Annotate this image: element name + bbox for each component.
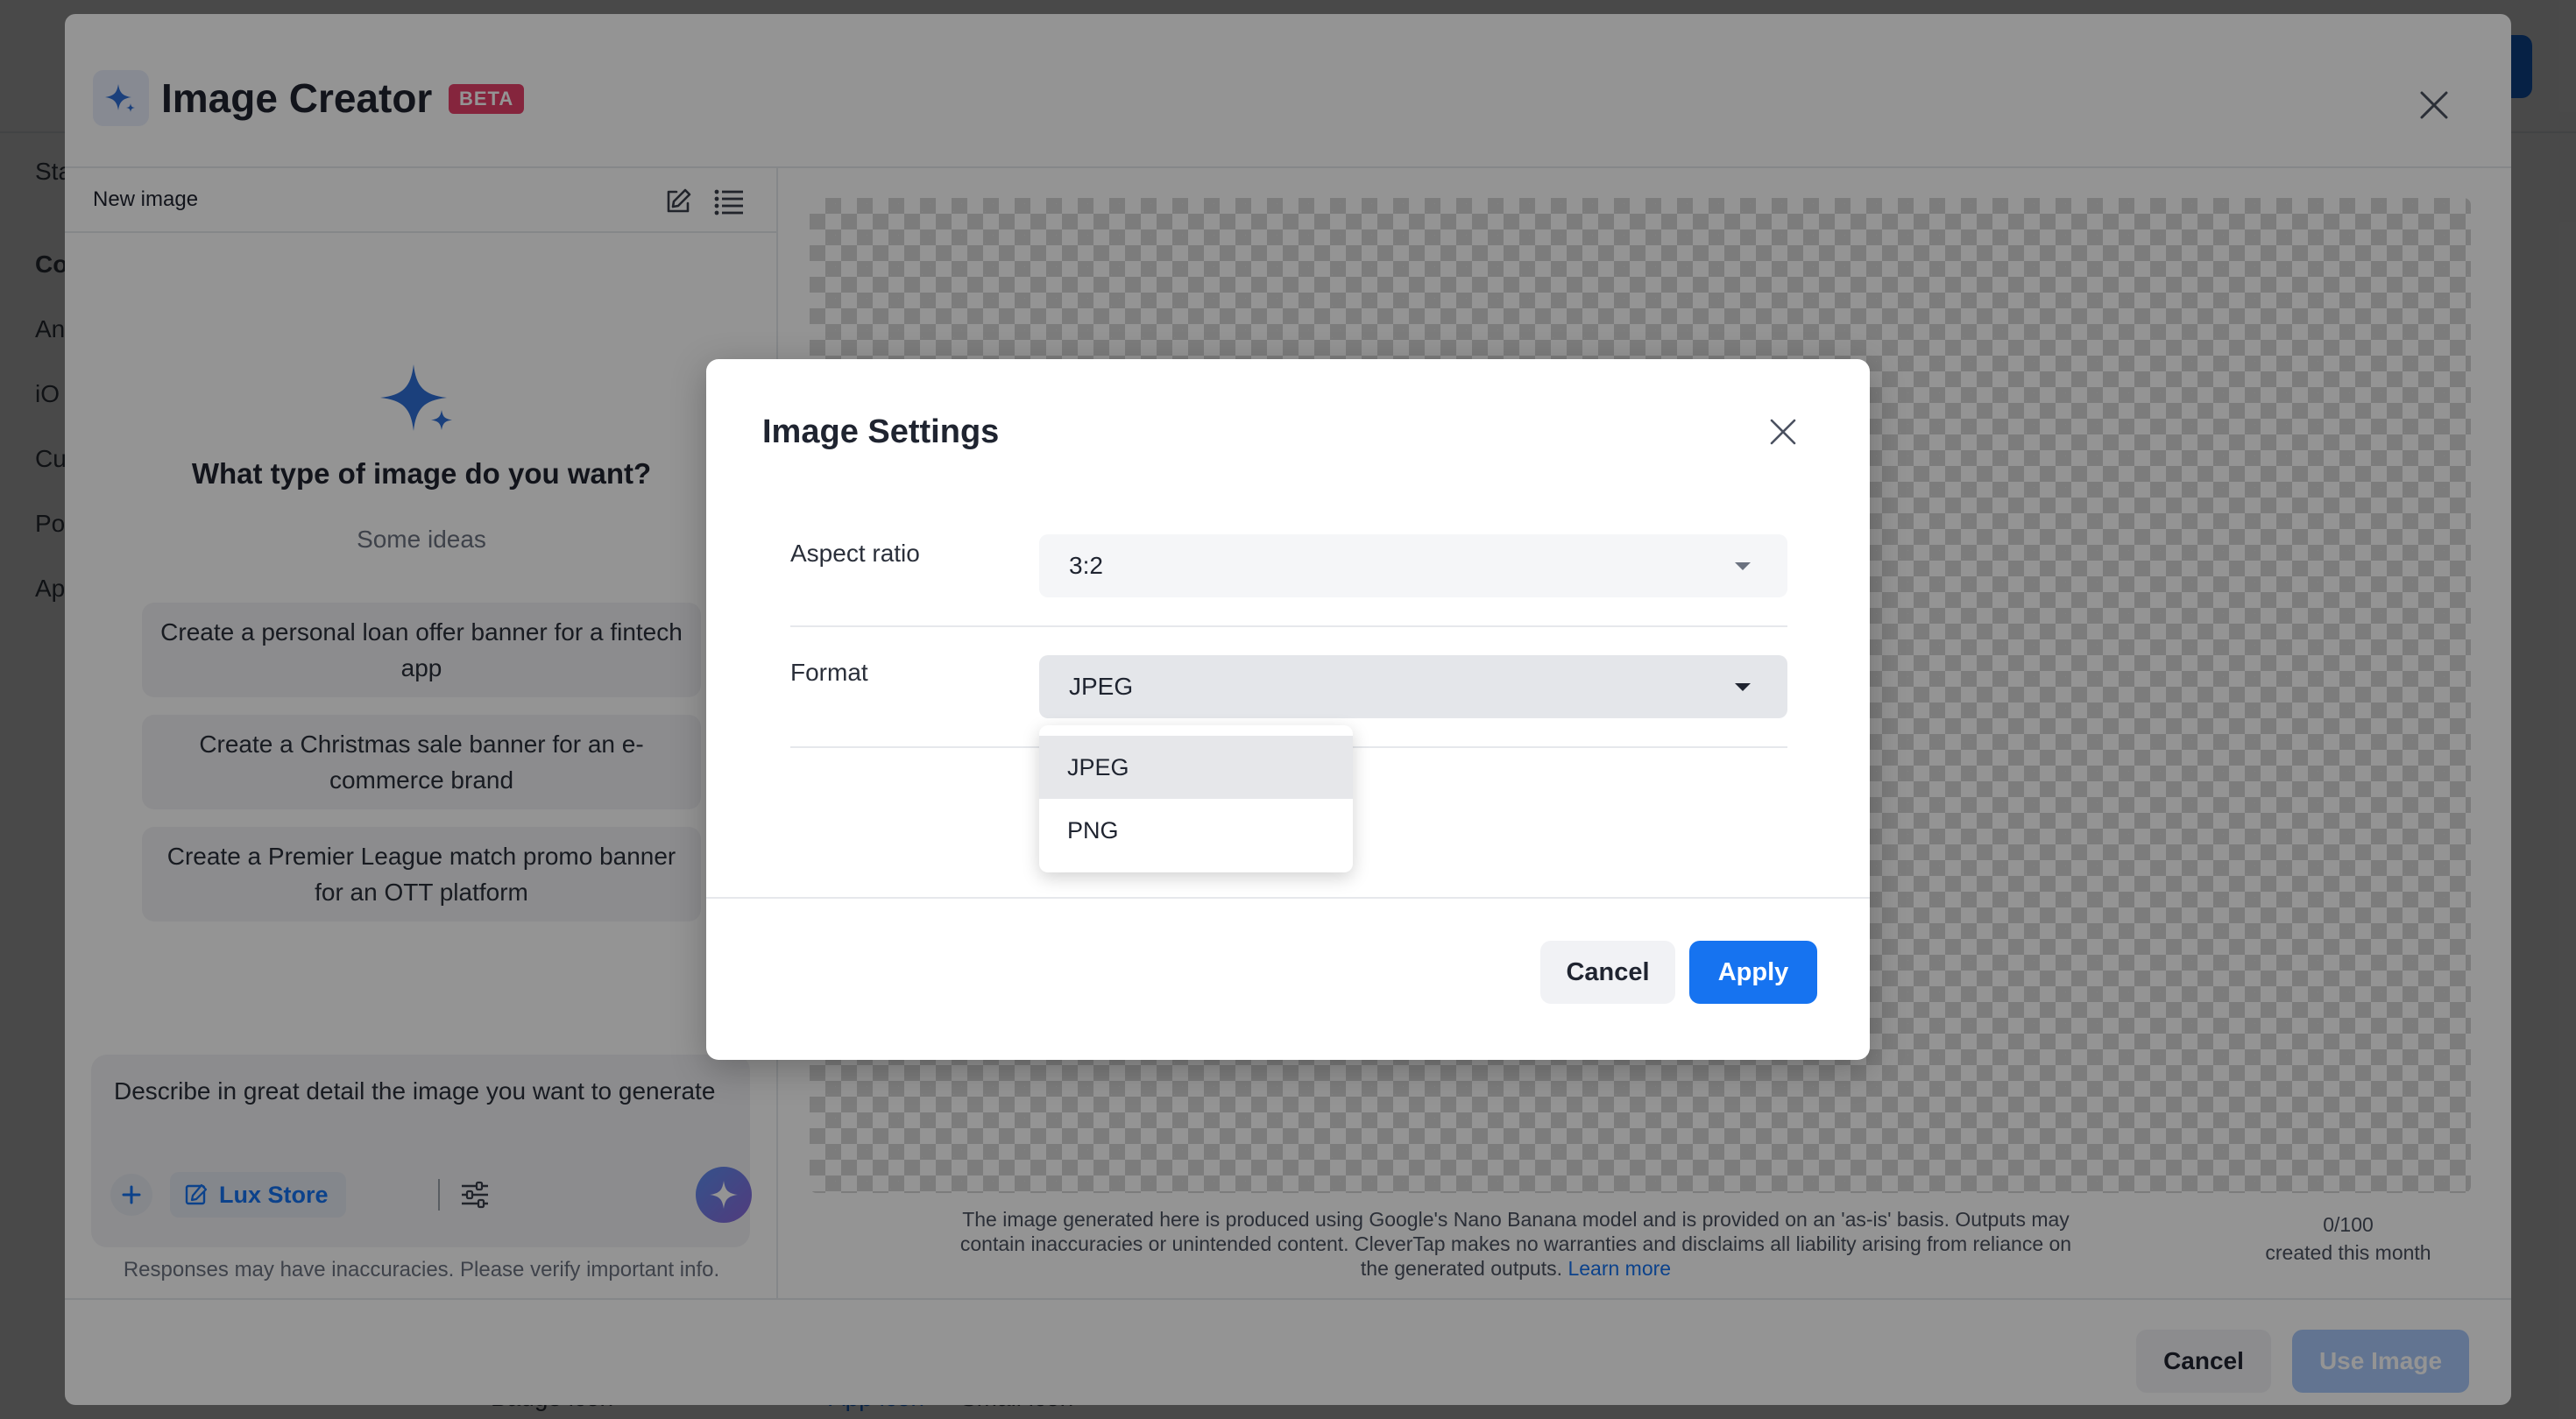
format-option-png[interactable]: PNG: [1039, 799, 1353, 862]
chevron-down-icon: [1735, 683, 1751, 691]
format-label: Format: [790, 659, 868, 686]
format-select[interactable]: JPEG: [1039, 655, 1787, 718]
row-divider: [790, 625, 1787, 627]
close-icon[interactable]: [1759, 408, 1807, 455]
dialog-title: Image Settings: [762, 413, 1000, 450]
aspect-ratio-label: Aspect ratio: [790, 540, 920, 567]
format-dropdown-menu: JPEG PNG: [1039, 725, 1353, 872]
aspect-ratio-value: 3:2: [1069, 552, 1103, 579]
image-settings-dialog: Image Settings Aspect ratio 3:2 Format J…: [706, 359, 1870, 1060]
format-value: JPEG: [1069, 673, 1134, 700]
cancel-button[interactable]: Cancel: [1540, 941, 1675, 1004]
chevron-down-icon: [1735, 562, 1751, 570]
apply-button[interactable]: Apply: [1689, 941, 1817, 1004]
dialog-footer-divider: [706, 897, 1870, 899]
format-option-jpeg[interactable]: JPEG: [1039, 736, 1353, 799]
aspect-ratio-select[interactable]: 3:2: [1039, 534, 1787, 597]
